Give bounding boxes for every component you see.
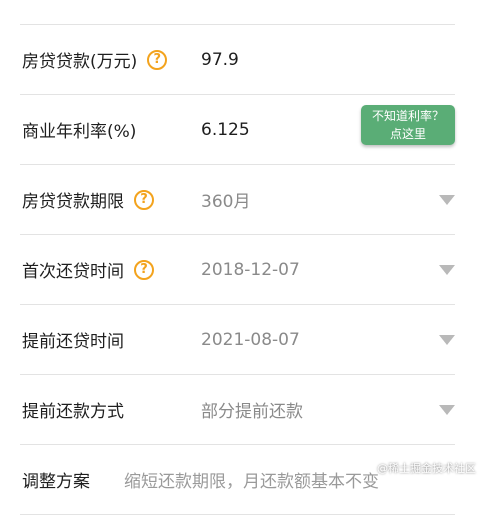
interest-rate-input[interactable]: 6.125 bbox=[201, 95, 250, 164]
first-repayment-date[interactable]: 2018-12-07 bbox=[201, 235, 300, 304]
rate-lookup-line1: 不知道利率？ bbox=[371, 109, 444, 123]
form-row-adjust-plan[interactable]: 调整方案 缩短还款期限，月还款额基本不变 bbox=[20, 445, 455, 515]
first-repayment-help-icon[interactable]: ? bbox=[134, 259, 154, 280]
form-row-loan-term[interactable]: 房贷贷款期限 ? 360月 bbox=[20, 165, 455, 235]
prepayment-date[interactable]: 2021-08-07 bbox=[201, 305, 300, 374]
loan-term-label: 房贷贷款期限 bbox=[22, 192, 124, 212]
loan-amount-input[interactable]: 97.9 bbox=[201, 25, 239, 94]
loan-term-chevron-down-icon[interactable] bbox=[439, 194, 455, 205]
interest-rate-label: 商业年利率(%) bbox=[22, 122, 137, 142]
rate-lookup-button[interactable]: 不知道利率？ 点这里 bbox=[361, 105, 455, 145]
prepayment-date-chevron-down-icon[interactable] bbox=[439, 334, 455, 345]
prepayment-date-label-group: 提前还贷时间 bbox=[22, 305, 124, 374]
loan-amount-label: 房贷贷款(万元) bbox=[22, 52, 138, 72]
loan-form: 房贷贷款(万元) ? 97.9 商业年利率(%) 6.125 不知道利率？ 点这… bbox=[0, 0, 480, 515]
loan-term-help-icon[interactable]: ? bbox=[134, 189, 154, 210]
loan-amount-label-group: 房贷贷款(万元) ? bbox=[22, 25, 168, 94]
loan-term-label-group: 房贷贷款期限 ? bbox=[22, 165, 154, 234]
prepayment-method-chevron-down-icon[interactable] bbox=[439, 404, 455, 415]
prepayment-method-select[interactable]: 部分提前还款 bbox=[201, 375, 303, 444]
form-row-prepayment-method[interactable]: 提前还款方式 部分提前还款 bbox=[20, 375, 455, 445]
first-repayment-label-group: 首次还贷时间 ? bbox=[22, 235, 154, 304]
first-repayment-label: 首次还贷时间 bbox=[22, 262, 124, 282]
interest-rate-label-group: 商业年利率(%) bbox=[22, 95, 136, 164]
form-row-previous bbox=[20, 0, 455, 25]
loan-amount-help-icon[interactable]: ? bbox=[147, 49, 168, 70]
prepayment-method-label-group: 提前还款方式 bbox=[22, 375, 124, 444]
prepayment-method-label: 提前还款方式 bbox=[22, 402, 124, 422]
first-repayment-chevron-down-icon[interactable] bbox=[439, 264, 455, 275]
form-row-first-repayment[interactable]: 首次还贷时间 ? 2018-12-07 bbox=[20, 235, 455, 305]
loan-term-select[interactable]: 360月 bbox=[201, 165, 250, 234]
form-row-prepayment-date[interactable]: 提前还贷时间 2021-08-07 bbox=[20, 305, 455, 375]
site-watermark: @稀土掘金技术社区 bbox=[377, 462, 476, 475]
rate-lookup-line2: 点这里 bbox=[389, 127, 426, 141]
form-row-interest-rate: 商业年利率(%) 6.125 不知道利率？ 点这里 bbox=[20, 95, 455, 165]
form-row-loan-amount: 房贷贷款(万元) ? 97.9 bbox=[20, 25, 455, 95]
prepayment-date-label: 提前还贷时间 bbox=[22, 332, 124, 352]
